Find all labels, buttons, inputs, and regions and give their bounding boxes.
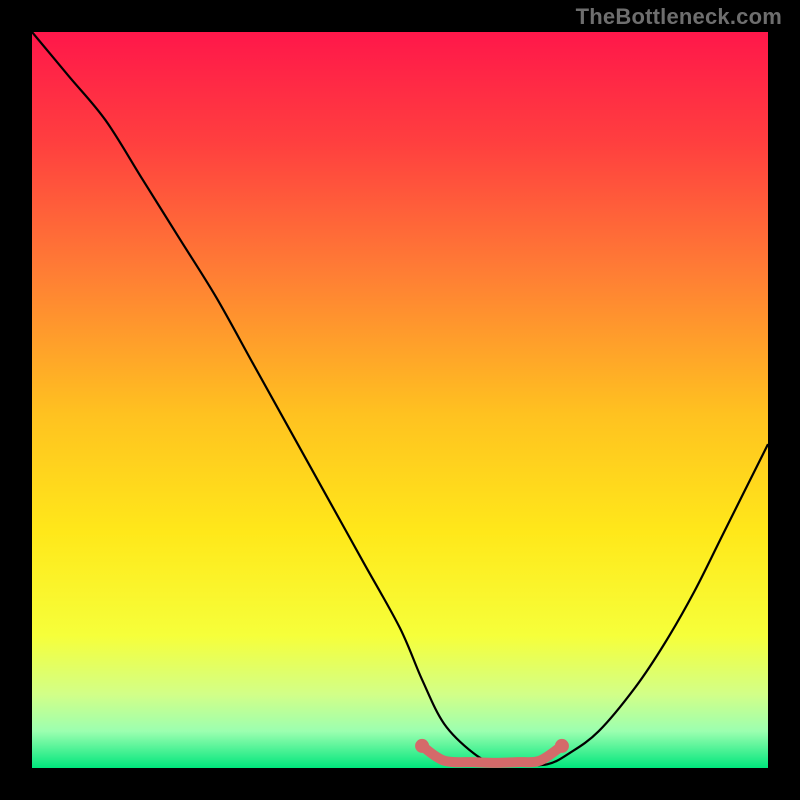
chart-canvas	[32, 32, 768, 768]
gradient-background	[32, 32, 768, 768]
watermark-text: TheBottleneck.com	[576, 4, 782, 30]
